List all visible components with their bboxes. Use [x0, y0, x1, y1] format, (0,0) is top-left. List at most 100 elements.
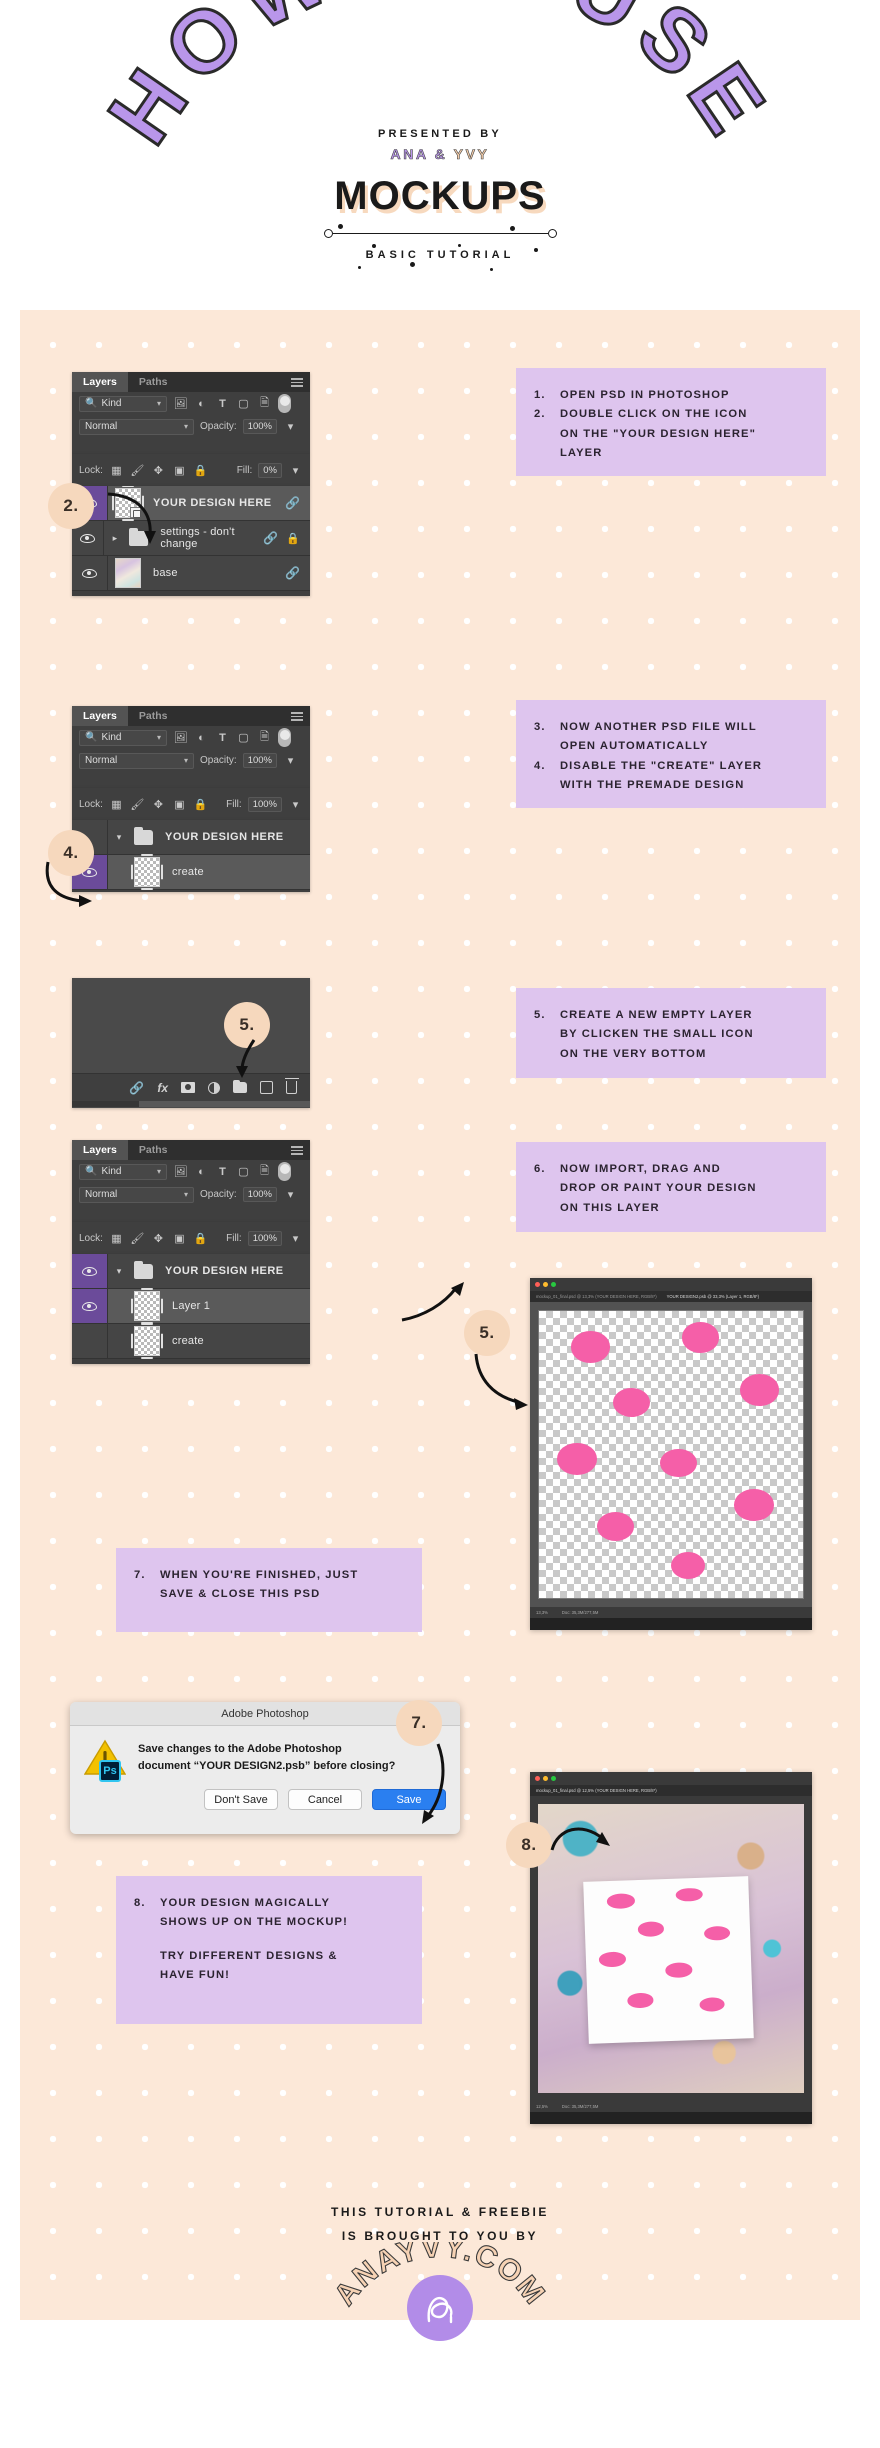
lock-all-icon[interactable]: 🔒 [193, 463, 208, 478]
kind-filter-select[interactable]: 🔍 Kind ▾ [79, 1163, 167, 1180]
lock-paint-icon[interactable]: 🖌 [130, 463, 145, 478]
filter-smartobject-icon[interactable]: 🗎 [257, 396, 272, 411]
minimize-icon[interactable] [543, 1776, 548, 1781]
tab-layers[interactable]: Layers [72, 1140, 128, 1160]
close-icon[interactable] [535, 1282, 540, 1287]
minimize-icon[interactable] [543, 1282, 548, 1287]
mockup-photo[interactable] [538, 1804, 804, 2093]
table-row[interactable]: ▾ YOUR DESIGN HERE [72, 820, 310, 855]
chevron-down-icon[interactable]: ▾ [114, 832, 124, 843]
filter-type-icon[interactable]: T [215, 730, 230, 745]
filter-toggle-switch[interactable] [278, 728, 291, 747]
table-row[interactable]: YOUR DESIGN HERE 🔗 [72, 486, 310, 521]
layer-thumbnail-pattern[interactable] [131, 1323, 163, 1359]
layer-thumbnail-artwork[interactable] [115, 558, 141, 588]
fill-value[interactable]: 100% [247, 1230, 282, 1246]
tab-mockup-file[interactable]: mockup_01_final.psd @ 12,5% (YOUR DESIGN… [536, 1788, 657, 1793]
tab-layers[interactable]: Layers [72, 372, 128, 392]
opacity-value[interactable]: 100% [242, 1187, 277, 1202]
opacity-value[interactable]: 100% [242, 419, 277, 434]
table-row[interactable]: base 🔗 [72, 556, 310, 591]
opacity-chevron-down-icon[interactable]: ▾ [283, 753, 298, 768]
opacity-chevron-down-icon[interactable]: ▾ [283, 419, 298, 434]
filter-type-icon[interactable]: T [215, 396, 230, 411]
layer-thumbnail-empty[interactable] [131, 1288, 163, 1324]
mask-icon[interactable] [181, 1082, 195, 1093]
panel-menu-icon[interactable] [291, 378, 303, 387]
chevron-down-icon[interactable]: ▾ [114, 1266, 124, 1277]
lock-transparent-icon[interactable]: ▦ [109, 1231, 124, 1246]
cancel-button[interactable]: Cancel [288, 1789, 362, 1810]
lock-transparent-icon[interactable]: ▦ [109, 797, 124, 812]
filter-adjustment-icon[interactable]: ◐ [194, 730, 209, 745]
layer-thumbnail-smart-object[interactable] [112, 486, 144, 521]
lock-move-icon[interactable]: ✥ [151, 463, 166, 478]
filter-toggle-switch[interactable] [278, 1162, 291, 1181]
filter-smartobject-icon[interactable]: 🗎 [257, 730, 272, 745]
blend-mode-select[interactable]: Normal ▾ [79, 418, 194, 435]
layer-link-icon[interactable]: 🔗 [285, 496, 300, 510]
lock-artboard-icon[interactable]: ▣ [172, 1231, 187, 1246]
lock-paint-icon[interactable]: 🖌 [130, 797, 145, 812]
layer-visibility-toggle[interactable] [72, 1254, 108, 1288]
delete-icon[interactable] [284, 1077, 299, 1094]
link-icon[interactable]: 🔗 [129, 1081, 144, 1095]
opacity-value[interactable]: 100% [242, 753, 277, 768]
new-group-icon[interactable] [233, 1079, 247, 1093]
layer-thumbnail-pattern[interactable] [131, 854, 163, 890]
filter-adjustment-icon[interactable]: ◐ [194, 1164, 209, 1179]
lock-all-icon[interactable]: 🔒 [193, 1231, 208, 1246]
opacity-chevron-down-icon[interactable]: ▾ [283, 1187, 298, 1202]
lock-artboard-icon[interactable]: ▣ [172, 797, 187, 812]
tab-design-file[interactable]: YOUR DESIGN2.psb @ 33,3% (Layer 1, RGB/8… [667, 1294, 759, 1299]
filter-adjustment-icon[interactable]: ◐ [194, 396, 209, 411]
panel-menu-icon[interactable] [291, 1146, 303, 1155]
maximize-icon[interactable] [551, 1282, 556, 1287]
filter-image-icon[interactable]: 🖼 [173, 396, 188, 411]
fill-chevron-down-icon[interactable]: ▾ [288, 1231, 303, 1246]
filter-shape-icon[interactable]: ▢ [236, 396, 251, 411]
tab-paths[interactable]: Paths [128, 1140, 179, 1160]
table-row[interactable]: ▸ settings - don't change 🔗 🔒 [72, 521, 310, 556]
layer-visibility-toggle[interactable] [72, 1289, 108, 1323]
scrollbar[interactable] [72, 1101, 310, 1107]
filter-toggle-switch[interactable] [278, 394, 291, 413]
fill-value[interactable]: 100% [247, 796, 282, 812]
adjustment-icon[interactable] [208, 1081, 220, 1094]
fill-chevron-down-icon[interactable]: ▾ [288, 463, 303, 478]
layer-visibility-toggle[interactable] [72, 556, 108, 590]
chevron-right-icon[interactable]: ▸ [110, 533, 119, 544]
filter-image-icon[interactable]: 🖼 [173, 730, 188, 745]
transparent-canvas[interactable] [538, 1310, 804, 1599]
lock-paint-icon[interactable]: 🖌 [130, 1231, 145, 1246]
maximize-icon[interactable] [551, 1776, 556, 1781]
filter-image-icon[interactable]: 🖼 [173, 1164, 188, 1179]
kind-filter-select[interactable]: 🔍 Kind ▾ [79, 729, 167, 746]
dont-save-button[interactable]: Don't Save [204, 1789, 278, 1810]
tab-layers[interactable]: Layers [72, 706, 128, 726]
layer-lock-icon[interactable]: 🔒 [286, 532, 300, 545]
filter-shape-icon[interactable]: ▢ [236, 1164, 251, 1179]
panel-menu-icon[interactable] [291, 712, 303, 721]
layer-link-icon[interactable]: 🔗 [285, 566, 300, 580]
kind-filter-select[interactable]: 🔍 Kind ▾ [79, 395, 167, 412]
fx-icon[interactable]: fx [157, 1081, 168, 1095]
table-row[interactable]: Layer 1 [72, 1288, 310, 1324]
fill-value[interactable]: 0% [258, 462, 282, 478]
lock-transparent-icon[interactable]: ▦ [109, 463, 124, 478]
lock-move-icon[interactable]: ✥ [151, 1231, 166, 1246]
table-row[interactable]: create [72, 1323, 310, 1359]
fill-chevron-down-icon[interactable]: ▾ [288, 797, 303, 812]
lock-artboard-icon[interactable]: ▣ [172, 463, 187, 478]
close-icon[interactable] [535, 1776, 540, 1781]
layer-visibility-toggle[interactable] [72, 1324, 108, 1358]
lock-move-icon[interactable]: ✥ [151, 797, 166, 812]
new-layer-icon[interactable] [260, 1081, 273, 1094]
layer-link-icon[interactable]: 🔗 [263, 531, 278, 545]
lock-all-icon[interactable]: 🔒 [193, 797, 208, 812]
filter-shape-icon[interactable]: ▢ [236, 730, 251, 745]
blend-mode-select[interactable]: Normal ▾ [79, 752, 194, 769]
table-row[interactable]: ▾ YOUR DESIGN HERE [72, 1254, 310, 1289]
save-button[interactable]: Save [372, 1789, 446, 1810]
filter-smartobject-icon[interactable]: 🗎 [257, 1164, 272, 1179]
